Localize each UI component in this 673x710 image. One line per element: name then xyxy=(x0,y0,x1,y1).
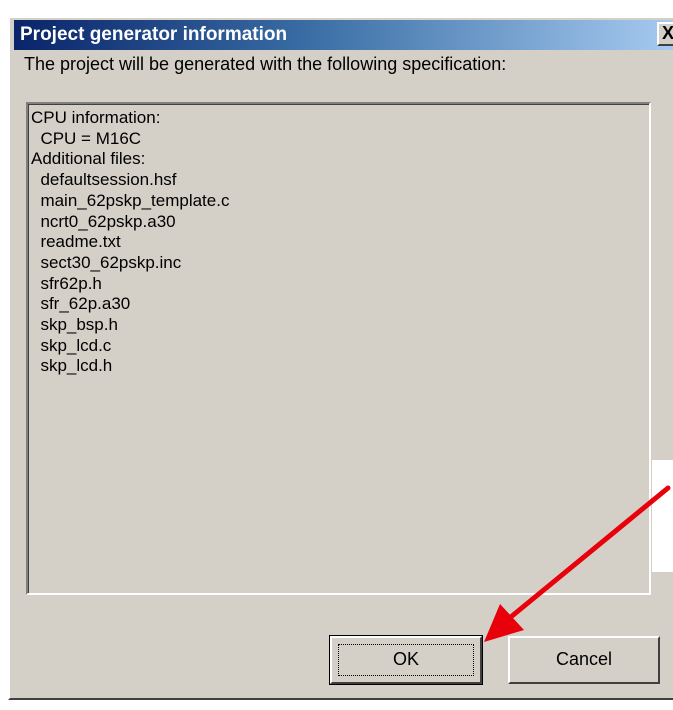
background-patch xyxy=(652,460,673,572)
spec-line: skp_lcd.c xyxy=(31,335,112,355)
intro-text: The project will be generated with the f… xyxy=(24,54,507,74)
dialog-title: Project generator information xyxy=(20,24,288,45)
spec-line: defaultsession.hsf xyxy=(31,170,177,190)
spec-line: sect30_62pskp.inc xyxy=(31,252,182,272)
specification-box[interactable]: CPU information: CPU = M16C Additional f… xyxy=(26,102,651,595)
cancel-button[interactable]: Cancel xyxy=(508,636,660,684)
spec-line: CPU = M16C xyxy=(31,128,142,148)
spec-line: ncrt0_62pskp.a30 xyxy=(31,211,176,231)
spec-line: sfr62p.h xyxy=(31,273,102,293)
spec-line: skp_bsp.h xyxy=(31,315,118,335)
spec-line: readme.txt xyxy=(31,232,121,252)
spec-line: Additional files: xyxy=(31,149,146,169)
cancel-button-label: Cancel xyxy=(555,649,613,669)
close-icon: X xyxy=(661,23,673,43)
ok-button[interactable]: OK xyxy=(329,635,483,685)
spec-line: skp_lcd.h xyxy=(31,356,113,376)
spec-line: main_62pskp_template.c xyxy=(31,190,230,210)
title-bar: Project generator information X xyxy=(14,20,673,50)
close-button[interactable]: X xyxy=(657,22,673,46)
spec-line: CPU information: xyxy=(31,108,161,127)
spec-line: sfr_62p.a30 xyxy=(31,294,131,314)
focus-rectangle xyxy=(338,644,474,676)
